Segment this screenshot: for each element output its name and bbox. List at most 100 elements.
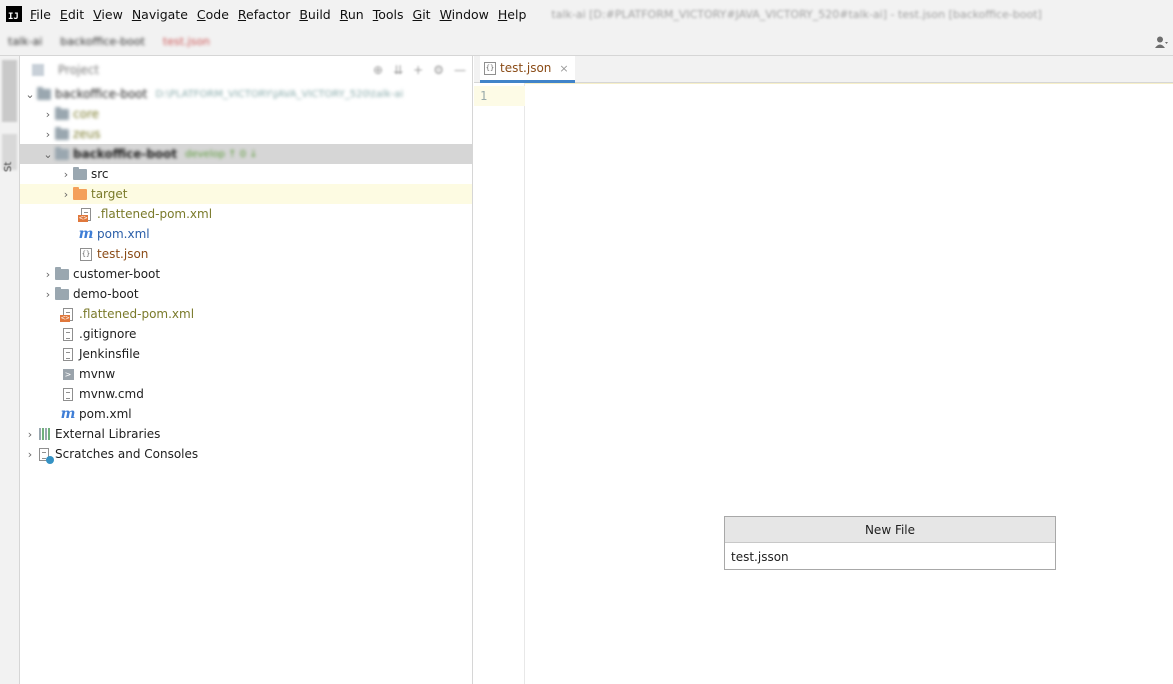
editor-area[interactable]	[525, 83, 1173, 684]
file-name-input[interactable]	[731, 547, 1051, 567]
tree-row[interactable]: › core	[20, 104, 472, 124]
user-icon[interactable]	[1155, 36, 1169, 48]
folder-icon	[54, 266, 70, 282]
project-panel-title[interactable]: Project	[58, 63, 99, 77]
chevron-right-icon[interactable]: ›	[60, 184, 72, 204]
project-tool-tab[interactable]	[2, 60, 17, 122]
folder-icon	[72, 166, 88, 182]
chevron-right-icon[interactable]: ›	[24, 444, 36, 464]
tree-row-src[interactable]: › src	[20, 164, 472, 184]
tree-row-selected-module[interactable]: ⌄ backoffice-boot develop ↑ 0 ↓	[20, 144, 472, 164]
tree-row-target[interactable]: › target	[20, 184, 472, 204]
folder-icon	[36, 86, 52, 102]
tree-label: Jenkinsfile	[79, 347, 140, 361]
chevron-right-icon[interactable]: ›	[24, 424, 36, 444]
tab-test-json[interactable]: {} test.json ×	[480, 56, 575, 83]
tree-row-test-json[interactable]: {} test.json	[20, 244, 472, 264]
project-panel-tools: ⊕ ⇊ + ⚙ —	[373, 63, 466, 77]
gitignore-file-icon	[60, 326, 76, 342]
left-tool-strip: St	[0, 56, 20, 684]
line-number: 1	[480, 89, 488, 103]
menu-run[interactable]: Run	[340, 7, 364, 22]
git-branch-info: develop ↑ 0 ↓	[185, 148, 258, 160]
text-file-icon	[60, 386, 76, 402]
tree-row-customer-boot[interactable]: › customer-boot	[20, 264, 472, 284]
hide-icon[interactable]: —	[454, 63, 466, 77]
menu-code[interactable]: Code	[197, 7, 229, 22]
popup-title: New File	[725, 517, 1055, 543]
menu-git[interactable]: Git	[413, 7, 431, 22]
menu-help[interactable]: Help	[498, 7, 527, 22]
project-panel: Project ⊕ ⇊ + ⚙ — ⌄ backoffice-boot D:\P…	[20, 56, 473, 684]
menu-view[interactable]: View	[93, 7, 123, 22]
tree-row-flattened-pom[interactable]: <> .flattened-pom.xml	[20, 204, 472, 224]
intellij-app-icon: IJ	[6, 6, 22, 22]
tree-label: mvnw.cmd	[79, 387, 144, 401]
chevron-right-icon[interactable]: ›	[42, 264, 54, 284]
tree-label: mvnw	[79, 367, 116, 381]
window-title: talk-ai [D:#PLATFORM_VICTORY#JAVA_VICTOR…	[551, 7, 1042, 21]
editor-tab-bar: {} test.json ×	[474, 56, 1173, 83]
menu-file[interactable]: File	[30, 7, 51, 22]
tree-label: target	[91, 187, 128, 201]
collapse-all-icon[interactable]: ⇊	[393, 63, 403, 77]
tree-label: .gitignore	[79, 327, 137, 341]
menu-build[interactable]: Build	[299, 7, 330, 22]
expand-all-icon[interactable]: +	[413, 63, 423, 77]
structure-tool-label[interactable]: St	[3, 162, 14, 172]
chevron-down-icon[interactable]: ⌄	[24, 84, 36, 104]
tree-row[interactable]: › zeus	[20, 124, 472, 144]
libraries-icon	[36, 426, 52, 442]
project-panel-header: Project ⊕ ⇊ + ⚙ —	[20, 56, 472, 83]
tree-row-gitignore[interactable]: .gitignore	[20, 324, 472, 344]
menu-window[interactable]: Window	[440, 7, 489, 22]
tree-label: External Libraries	[55, 427, 161, 441]
folder-icon	[54, 146, 70, 162]
tree-label: src	[91, 167, 109, 181]
chevron-down-icon[interactable]: ⌄	[42, 144, 54, 164]
tree-row-mvnw[interactable]: > mvnw	[20, 364, 472, 384]
menu-edit[interactable]: Edit	[60, 7, 84, 22]
settings-icon[interactable]: ⚙	[433, 63, 444, 77]
menu-navigate[interactable]: Navigate	[132, 7, 188, 22]
tree-label: Scratches and Consoles	[55, 447, 199, 461]
breadcrumb-project[interactable]: talk-ai	[8, 35, 42, 48]
close-icon[interactable]: ×	[559, 62, 568, 75]
tree-label: core	[73, 107, 99, 121]
tree-row-scratches[interactable]: › Scratches and Consoles	[20, 444, 472, 464]
text-file-icon	[60, 346, 76, 362]
tree-row-pom-root[interactable]: m pom.xml	[20, 404, 472, 424]
menu-bar: IJ File Edit View Navigate Code Refactor…	[0, 0, 1173, 28]
locate-icon[interactable]: ⊕	[373, 63, 383, 77]
tree-path: D:\PLATFORM_VICTORY\JAVA_VICTORY_520\tal…	[155, 88, 404, 100]
tree-row-jenkinsfile[interactable]: Jenkinsfile	[20, 344, 472, 364]
chevron-right-icon[interactable]: ›	[60, 164, 72, 184]
json-file-icon: {}	[484, 61, 496, 75]
tree-row-mvnw-cmd[interactable]: mvnw.cmd	[20, 384, 472, 404]
tree-label: zeus	[73, 127, 101, 141]
tree-row-demo-boot[interactable]: › demo-boot	[20, 284, 472, 304]
editor-gutter	[474, 83, 525, 684]
breadcrumb-file[interactable]: test.json	[163, 35, 210, 48]
tree-row-root[interactable]: ⌄ backoffice-boot D:\PLATFORM_VICTORY\JA…	[20, 84, 472, 104]
chevron-right-icon[interactable]: ›	[42, 284, 54, 304]
chevron-right-icon[interactable]: ›	[42, 104, 54, 124]
tree-label: test.json	[97, 247, 149, 261]
tree-label: pom.xml	[97, 227, 150, 241]
tree-label: backoffice-boot	[73, 147, 178, 161]
menu-tools[interactable]: Tools	[373, 7, 404, 22]
folder-orange-icon	[72, 186, 88, 202]
tree-row-flattened-pom-root[interactable]: <> .flattened-pom.xml	[20, 304, 472, 324]
xml-file-icon: <>	[60, 306, 76, 322]
tree-label: .flattened-pom.xml	[97, 207, 213, 221]
breadcrumb-module[interactable]: backoffice-boot	[60, 35, 145, 48]
chevron-right-icon[interactable]: ›	[42, 124, 54, 144]
tree-label: pom.xml	[79, 407, 132, 421]
folder-icon	[54, 106, 70, 122]
tab-label: test.json	[500, 61, 552, 75]
menu-refactor[interactable]: Refactor	[238, 7, 290, 22]
tree-row-external-libraries[interactable]: › External Libraries	[20, 424, 472, 444]
tree-row-pom[interactable]: m pom.xml	[20, 224, 472, 244]
navigation-bar: talk-ai backoffice-boot test.json	[0, 28, 1173, 56]
tree-label: backoffice-boot	[55, 87, 148, 101]
